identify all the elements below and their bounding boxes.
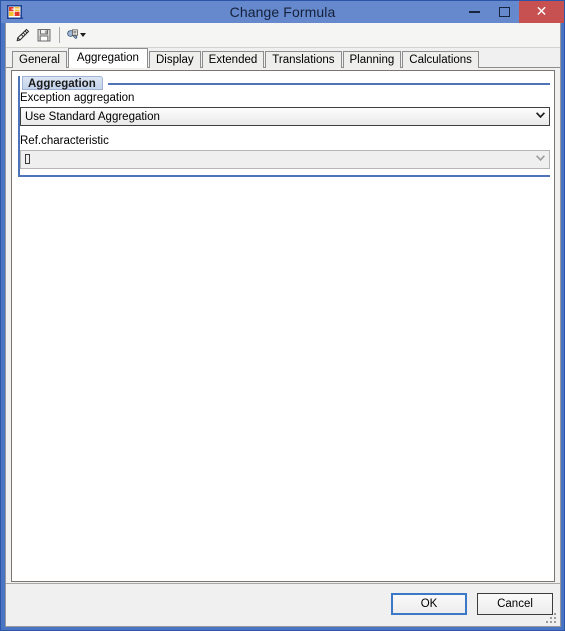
chevron-down-icon — [80, 33, 86, 37]
tab-strip: General Aggregation Display Extended Tra… — [6, 48, 560, 68]
title-bar[interactable]: Change Formula ✕ — [1, 1, 564, 23]
tab-label: Aggregation — [76, 52, 139, 64]
tab-general[interactable]: General — [12, 51, 67, 68]
tab-page-aggregation: Aggregation Exception aggregation Use St… — [11, 70, 555, 582]
tools-wrench-icon — [67, 29, 78, 39]
tab-label: Translations — [272, 54, 335, 66]
save-button[interactable] — [33, 25, 55, 46]
tab-calculations[interactable]: Calculations — [402, 51, 479, 68]
tab-extended[interactable]: Extended — [201, 51, 265, 68]
group-box-legend: Aggregation — [22, 76, 103, 90]
tab-label: Extended — [208, 54, 258, 66]
tab-label: Calculations — [409, 54, 472, 66]
ok-button[interactable]: OK — [391, 593, 467, 615]
missing-glyph-icon — [25, 153, 30, 164]
tools-button[interactable] — [64, 25, 86, 46]
chevron-down-icon — [532, 155, 549, 164]
maximize-button[interactable] — [489, 1, 519, 23]
toolbar — [6, 23, 560, 48]
maximize-icon — [498, 7, 510, 17]
ok-button-label: OK — [420, 598, 438, 610]
dialog-footer: OK Cancel — [6, 583, 560, 626]
tab-display[interactable]: Display — [148, 51, 201, 68]
group-box-top-rule — [108, 83, 550, 85]
change-formula-window: Change Formula ✕ General Aggregation Dis… — [0, 0, 565, 631]
app-icon — [7, 4, 24, 20]
tab-label: General — [19, 54, 60, 66]
cancel-button[interactable]: Cancel — [477, 593, 553, 615]
tab-planning[interactable]: Planning — [342, 51, 402, 68]
ref-characteristic-label: Ref.characteristic — [20, 135, 109, 147]
minimize-icon — [468, 11, 480, 13]
minimize-button[interactable] — [459, 1, 489, 23]
exception-aggregation-combo[interactable]: Use Standard Aggregation — [20, 107, 550, 126]
tab-translations[interactable]: Translations — [265, 51, 342, 68]
tab-label: Planning — [349, 54, 395, 66]
tab-aggregation[interactable]: Aggregation — [67, 48, 148, 68]
toolbar-separator — [59, 27, 60, 43]
exception-aggregation-value: Use Standard Aggregation — [25, 110, 160, 123]
ref-characteristic-value — [21, 153, 532, 166]
chevron-down-icon — [532, 112, 549, 121]
window-controls: ✕ — [459, 1, 564, 23]
client-area: General Aggregation Display Extended Tra… — [5, 23, 561, 627]
save-icon — [37, 29, 51, 42]
exception-aggregation-label: Exception aggregation — [20, 92, 135, 104]
cancel-button-label: Cancel — [497, 598, 533, 610]
edit-pencil-icon — [16, 28, 29, 42]
ref-characteristic-combo[interactable] — [20, 150, 550, 169]
close-icon: ✕ — [535, 4, 548, 20]
close-button[interactable]: ✕ — [519, 1, 564, 23]
tab-label: Display — [155, 54, 194, 66]
edit-button[interactable] — [11, 25, 33, 46]
resize-grip[interactable] — [546, 613, 557, 624]
